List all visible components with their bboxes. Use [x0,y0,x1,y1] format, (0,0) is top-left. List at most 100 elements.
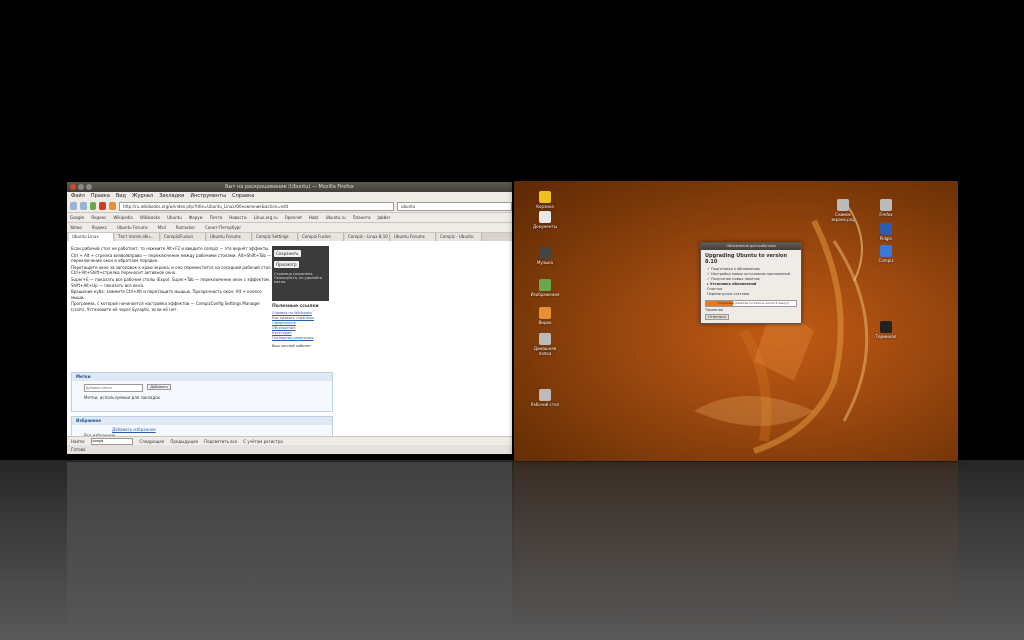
find-prev-button[interactable]: Предыдущее [170,439,198,444]
status-bar: Готово [67,445,512,454]
sidebar-link[interactable]: Последние изменения [272,336,337,341]
browser-tab[interactable]: Compiz/Fusion [161,233,206,241]
bookmark-item[interactable]: Jabber [378,213,391,222]
bookmark-item[interactable]: Форум [189,213,203,222]
preview-button[interactable]: Просмотр [274,261,299,268]
desktop-icon-label: Firefox [879,212,893,217]
bookmark-item[interactable]: Wikibooks [140,213,160,222]
desktop-icon-label: Видео [538,320,552,325]
desktop-icon-label: Музыка [537,260,553,265]
add-tag-button[interactable]: Добавить [147,384,171,390]
bookmark-item[interactable]: Google [70,213,84,222]
desktop-icon[interactable]: Музыка [528,247,562,265]
browser-tab[interactable]: Тест после обн... [115,233,160,241]
desktop-icon-glyph [880,321,892,333]
desktop-icon[interactable]: Терминал [869,321,903,339]
desktop-icon[interactable]: Рабочий стол [528,389,562,407]
bookmark-item[interactable]: Rutracker [176,223,195,232]
bookmark-item[interactable]: Ubuntu.ru [326,213,346,222]
browser-tab[interactable]: Compiz Settings [253,233,298,241]
desktop-icon[interactable]: Домашняя папка [528,333,562,356]
url-input[interactable]: http://ru.wikibooks.org/w/index.php?titl… [118,201,394,211]
match-case-checkbox[interactable]: С учётом регистра [243,439,283,444]
reload-icon[interactable] [89,202,97,210]
tags-input[interactable] [84,384,143,392]
desktop-icon[interactable]: Изображения [528,279,562,297]
sidebar-extra: Ваш личный кабинет [272,344,312,348]
desktop-icon-glyph [539,333,551,345]
browser-tab[interactable]: Ubuntu Forums [207,233,252,241]
bookmark-item[interactable]: Ubuntu [167,213,182,222]
bookmark-item[interactable]: Mail [158,223,166,232]
updater-titlebar[interactable]: Обновление дистрибутива [701,243,801,250]
desktop-icon[interactable]: Pidgin [869,223,903,241]
desktop-icon-glyph [880,199,892,211]
desktop-icon[interactable]: Снимок экрана.png [826,199,860,222]
menubar: Файл Правка Вид Журнал Закладки Инструменты Сп… [67,192,512,200]
desktop-icon-label: Изображения [530,292,560,297]
minimize-icon[interactable] [78,184,84,190]
bookmark-item[interactable]: Wikipedia [113,213,133,222]
back-icon[interactable] [70,202,77,210]
highlight-all-checkbox[interactable]: Подсветить все [204,439,237,444]
menu-item[interactable]: Журнал [132,192,153,200]
menu-item[interactable]: Файл [71,192,85,200]
desktop-icon-label: Рабочий стол [530,402,560,407]
maximize-icon[interactable] [86,184,92,190]
updater-progress-bar: Установка пакетов (осталось около 5 мину… [705,300,797,307]
menu-item[interactable]: Правка [91,192,110,200]
menu-item[interactable]: Вид [116,192,126,200]
updater-terminal-toggle[interactable]: Терминал [705,308,797,312]
cancel-button[interactable]: Отменить [705,314,730,320]
firefox-titlebar[interactable]: Быт на раскрашивание (Ubuntu) — Mozilla … [67,182,512,192]
desktop-icon[interactable]: Документы [528,211,562,229]
menu-item[interactable]: Инструменты [190,192,226,200]
desktop-workspace[interactable]: Корзина Документы Музыка Изображения Видео До… [514,181,958,461]
desktop-icon[interactable]: Видео [528,307,562,325]
bookmark-item[interactable]: Linux.org.ru [254,213,278,222]
bookmarks-toolbar-2: Yahoo Яндекс Ubuntu Forums Mail Rutracker Сан… [67,223,512,233]
desktop-icon-glyph [539,211,551,223]
bookmark-item[interactable]: Яндекс [92,223,107,232]
article-paragraph: Программа, с которой начинается настройк… [71,301,260,312]
browser-tab[interactable]: Compiz - Linux 8.10 [345,233,390,241]
menu-item[interactable]: Закладки [159,192,184,200]
firefox-workspace[interactable]: Быт на раскрашивание (Ubuntu) — Mozilla … [67,182,512,454]
desktop-icon-label: Домашняя папка [533,346,557,356]
bookmark-item[interactable]: Habr [309,213,319,222]
editor-panel: Сохранить Просмотр Страница сохранена. П… [272,246,329,301]
forward-icon[interactable] [79,202,87,210]
bookmark-item[interactable]: Yahoo [70,223,82,232]
bookmark-item[interactable]: Ubuntu Forums [117,223,148,232]
home-icon[interactable] [109,202,116,210]
browser-tab[interactable]: Ubuntu Linux [69,233,114,241]
browser-tab[interactable]: Ubuntu Forums [391,233,436,241]
add-favorite-link[interactable]: Добавить избранное [112,427,332,432]
bookmark-item[interactable]: Новости [229,213,246,222]
bookmark-item[interactable]: Планета [353,213,371,222]
stop-icon[interactable] [99,202,107,210]
search-input[interactable]: ubuntu [396,201,512,211]
desktop-icon-label: Compiz [878,258,894,263]
find-next-button[interactable]: Следующее [139,439,164,444]
desktop-icon[interactable]: Compiz [869,245,903,263]
desktop-icon[interactable]: Firefox [869,199,903,217]
close-icon[interactable] [70,184,76,190]
desktop-icon[interactable]: Корзина [528,191,562,209]
desktop-icon-label: Документы [533,224,557,229]
find-input[interactable] [91,437,134,445]
menu-item[interactable]: Справка [232,192,254,200]
bookmark-item[interactable]: Яндекс [91,213,106,222]
bookmark-item[interactable]: Почта [210,213,223,222]
save-button[interactable]: Сохранить [274,250,301,257]
browser-tab[interactable]: Compiz Fusion [299,233,344,241]
bookmark-item[interactable]: Санкт-Петербург [205,223,241,232]
updater-window[interactable]: Обновление дистрибутива Upgrading Ubuntu… [700,242,802,324]
desktop-reflection [514,462,958,638]
useful-links-title: Полезные ссылки [272,304,319,309]
desktop-icon-glyph [880,223,892,235]
bookmark-item[interactable]: Opennet [285,213,302,222]
updater-step-label: Перезагрузка системы [707,292,750,296]
desktop-icon-glyph [539,247,551,259]
browser-tab[interactable]: Compiz - Ubuntu [437,233,482,241]
